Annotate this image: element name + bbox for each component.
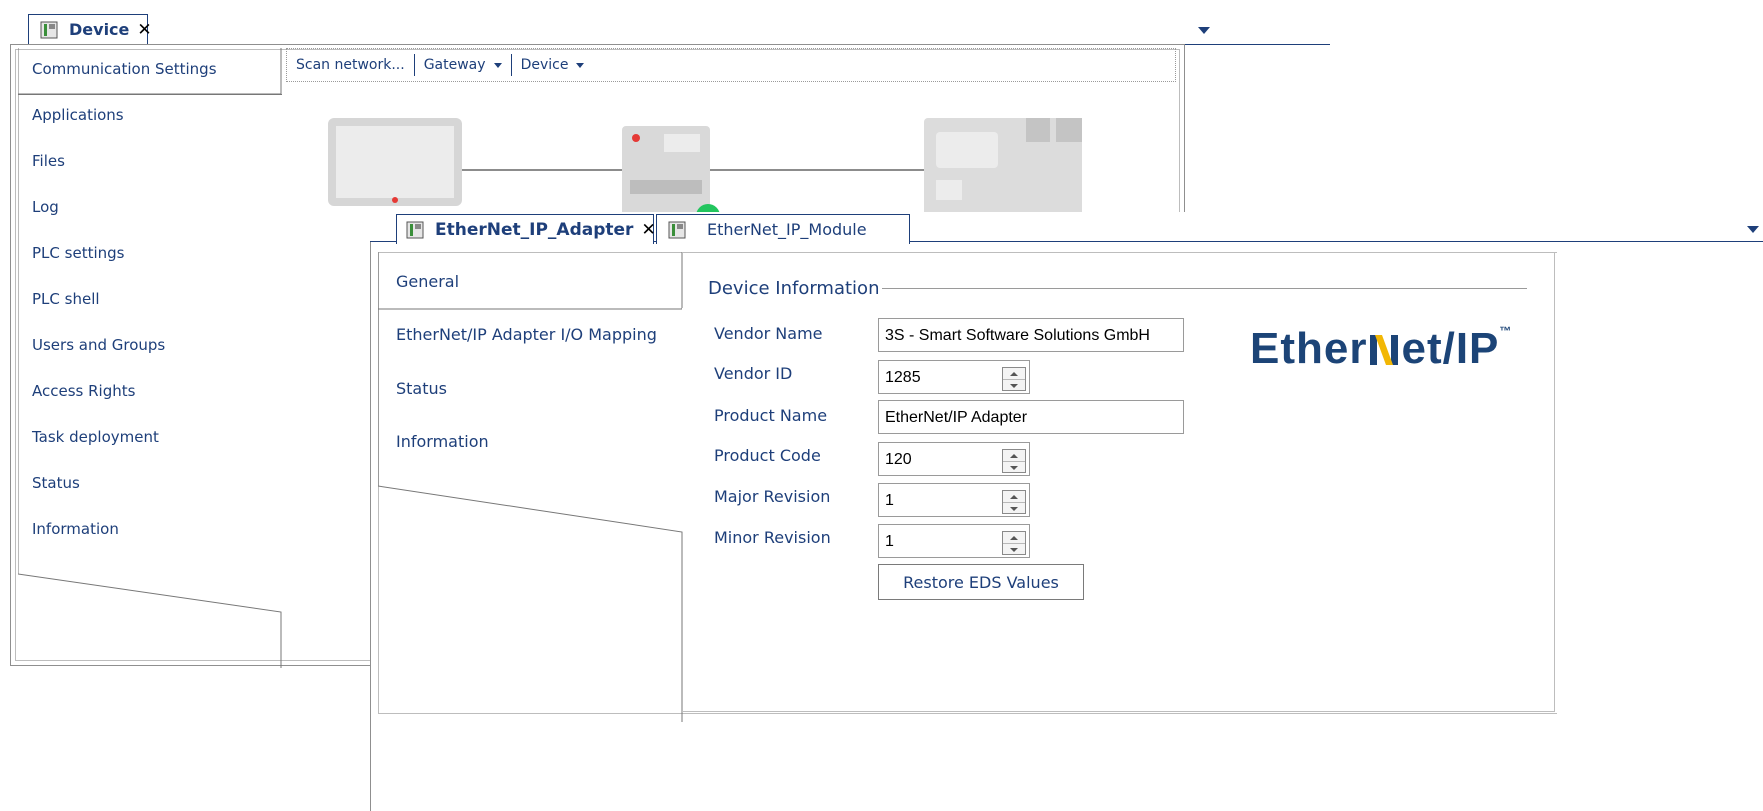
adapter-tabstrip: EtherNet_IP_Adapter ✕ EtherNet_IP_Module — [370, 212, 1763, 244]
spin-buttons[interactable] — [1002, 490, 1026, 514]
back-nav-divider — [18, 94, 282, 95]
back-nav-panel-outline — [18, 48, 282, 668]
gateway-label: Gateway — [423, 57, 486, 73]
vendor-name-field[interactable]: 3S - Smart Software Solutions GmbH — [878, 318, 1184, 352]
computer-icon[interactable] — [328, 118, 462, 206]
nav-item-io-mapping[interactable]: EtherNet/IP Adapter I/O Mapping — [396, 325, 657, 344]
section-rule — [882, 288, 1527, 289]
restore-eds-values-button[interactable]: Restore EDS Values — [878, 564, 1084, 600]
close-icon[interactable]: ✕ — [137, 20, 151, 40]
spin-buttons[interactable] — [1002, 531, 1026, 555]
nav-item-access-rights[interactable]: Access Rights — [32, 382, 135, 400]
chevron-up-icon[interactable] — [1003, 532, 1025, 543]
logo-n-glyph-icon — [1367, 327, 1401, 365]
chevron-down-icon[interactable] — [1747, 226, 1759, 233]
nav-item-information[interactable]: Information — [32, 520, 119, 538]
network-topology-diagram — [328, 118, 1082, 228]
nav-item-general[interactable]: General — [396, 272, 459, 291]
product-code-value: 120 — [885, 451, 912, 468]
product-code-label: Product Code — [714, 446, 821, 465]
chevron-down-icon[interactable] — [1003, 502, 1025, 514]
chevron-up-icon[interactable] — [1003, 368, 1025, 379]
product-name-label: Product Name — [714, 406, 828, 425]
chevron-down-icon[interactable] — [1003, 379, 1025, 391]
chevron-down-icon[interactable] — [1003, 543, 1025, 555]
nav-item-users-and-groups[interactable]: Users and Groups — [32, 336, 165, 354]
vendor-name-label: Vendor Name — [714, 324, 823, 343]
minor-revision-stepper[interactable]: 1 — [878, 524, 1030, 558]
nav-item-log[interactable]: Log — [32, 198, 59, 216]
chevron-down-icon[interactable] — [1003, 461, 1025, 473]
ethernet-ip-logo: Ether et/IP™ — [1250, 324, 1512, 374]
tab-device-label: Device — [69, 20, 130, 39]
tab-adapter-label: EtherNet_IP_Adapter — [435, 219, 634, 240]
nav-item-applications[interactable]: Applications — [32, 106, 124, 124]
communication-toolbar: Scan network... Gateway Device — [286, 48, 1176, 82]
device-icon — [667, 220, 687, 240]
nav-item-status[interactable]: Status — [32, 474, 80, 492]
scan-network-label: Scan network... — [296, 57, 405, 73]
scan-network-button[interactable]: Scan network... — [287, 57, 414, 73]
chevron-down-icon — [493, 62, 502, 68]
gateway-dropdown-button[interactable]: Gateway — [415, 57, 511, 73]
spin-buttons[interactable] — [1002, 449, 1026, 473]
vendor-id-value: 1285 — [885, 369, 921, 386]
product-name-field[interactable]: EtherNet/IP Adapter — [878, 400, 1184, 434]
logo-text-part2: et/IP — [1401, 324, 1500, 373]
major-revision-stepper[interactable]: 1 — [878, 483, 1030, 517]
nav-item-files[interactable]: Files — [32, 152, 65, 170]
vendor-id-stepper[interactable]: 1285 — [878, 360, 1030, 394]
minor-revision-label: Minor Revision — [714, 528, 831, 547]
minor-revision-value: 1 — [885, 533, 894, 550]
device-tabstrip: Device ✕ — [10, 8, 1330, 45]
tab-ethernet-ip-module[interactable]: EtherNet_IP_Module — [656, 214, 910, 244]
nav-item-plc-shell[interactable]: PLC shell — [32, 290, 100, 308]
chevron-down-icon — [576, 62, 585, 68]
spin-buttons[interactable] — [1002, 367, 1026, 391]
nav-item-status[interactable]: Status — [396, 379, 447, 398]
product-code-stepper[interactable]: 120 — [878, 442, 1030, 476]
front-nav-panel-outline — [378, 252, 683, 722]
tab-device[interactable]: Device ✕ — [28, 14, 152, 44]
nav-item-task-deployment[interactable]: Task deployment — [32, 428, 159, 446]
logo-text-part1: Ether — [1250, 324, 1368, 373]
tab-module-label: EtherNet_IP_Module — [707, 220, 867, 239]
section-title: Device Information — [708, 278, 880, 299]
chevron-up-icon[interactable] — [1003, 450, 1025, 461]
close-icon[interactable]: ✕ — [641, 220, 655, 240]
adapter-editor-window: EtherNet_IP_Adapter ✕ EtherNet_IP_Module… — [370, 212, 1763, 811]
device-label: Device — [520, 57, 569, 73]
chevron-up-icon[interactable] — [1003, 491, 1025, 502]
device-dropdown-button[interactable]: Device — [512, 57, 594, 73]
major-revision-value: 1 — [885, 492, 894, 509]
vendor-id-label: Vendor ID — [714, 364, 793, 383]
content-right-border — [1554, 252, 1555, 712]
nav-item-communication-settings[interactable]: Communication Settings — [32, 60, 217, 78]
logo-trademark: ™ — [1499, 324, 1513, 338]
chevron-down-icon[interactable] — [1198, 27, 1210, 34]
device-icon — [39, 20, 59, 40]
device-icon — [405, 220, 425, 240]
nav-item-plc-settings[interactable]: PLC settings — [32, 244, 124, 262]
nav-item-information[interactable]: Information — [396, 432, 489, 451]
major-revision-label: Major Revision — [714, 487, 831, 506]
tab-ethernet-ip-adapter[interactable]: EtherNet_IP_Adapter ✕ — [396, 214, 656, 244]
